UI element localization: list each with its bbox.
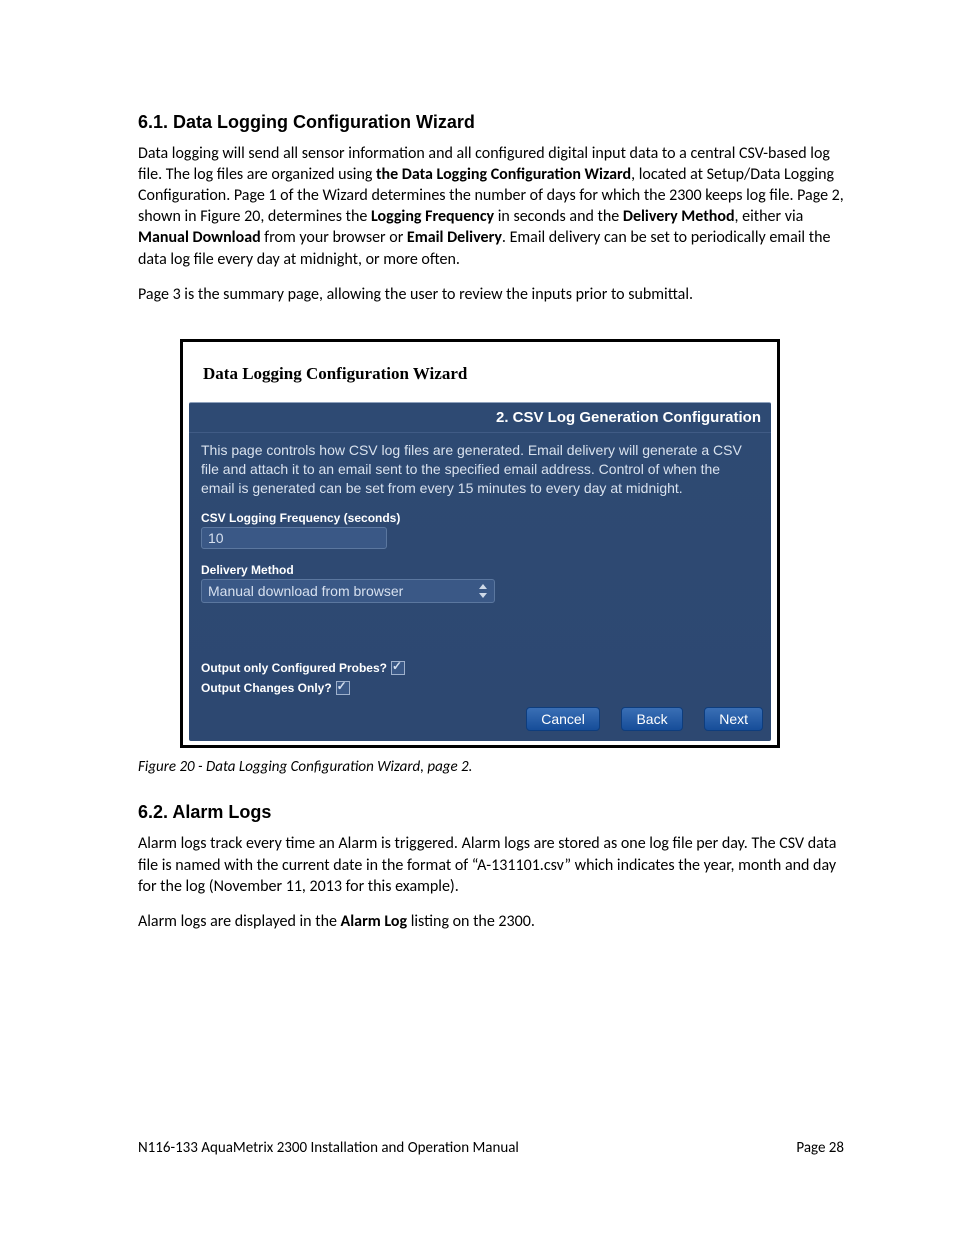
back-button[interactable]: Back <box>621 707 682 731</box>
heading-6-2: 6.2. Alarm Logs <box>138 802 844 823</box>
wizard-panel: 2. CSV Log Generation Configuration This… <box>189 402 771 742</box>
delivery-label: Delivery Method <box>201 563 771 577</box>
figure-20-caption: Figure 20 - Data Logging Configuration W… <box>138 758 844 776</box>
chevron-updown-icon <box>476 582 490 600</box>
check-changes-only[interactable] <box>336 681 350 695</box>
text: listing on the 2300. <box>407 912 535 931</box>
text-bold: the Data Logging Configuration Wizard <box>376 165 631 184</box>
paragraph-6-2-1: Alarm logs track every time an Alarm is … <box>138 833 844 896</box>
wizard-button-row: Cancel Back Next <box>189 701 771 735</box>
wizard-title: Data Logging Configuration Wizard <box>203 364 777 384</box>
freq-input[interactable]: 10 <box>201 527 387 549</box>
text: Alarm logs are displayed in the <box>138 912 341 931</box>
text: in seconds and the <box>494 207 623 226</box>
footer-left: N116-133 AquaMetrix 2300 Installation an… <box>138 1139 519 1157</box>
text-bold: Alarm Log <box>341 912 408 931</box>
text-bold: Logging Frequency <box>371 207 494 226</box>
paragraph-6-2-2: Alarm logs are displayed in the Alarm Lo… <box>138 911 844 932</box>
text: from your browser or <box>261 228 407 247</box>
heading-6-1: 6.1. Data Logging Configuration Wizard <box>138 112 844 133</box>
figure-20-frame: Data Logging Configuration Wizard 2. CSV… <box>180 339 780 749</box>
check-configured-probes-label: Output only Configured Probes? <box>201 661 387 675</box>
paragraph-6-1-2: Page 3 is the summary page, allowing the… <box>138 284 844 305</box>
delivery-select[interactable]: Manual download from browser <box>201 579 495 603</box>
text: , either via <box>735 207 804 226</box>
check-configured-probes-row: Output only Configured Probes? <box>201 661 771 675</box>
text-bold: Manual Download <box>138 228 261 247</box>
paragraph-6-1-1: Data logging will send all sensor inform… <box>138 143 844 270</box>
footer-page-number: Page 28 <box>796 1139 844 1157</box>
text-bold: Email Delivery <box>407 228 502 247</box>
freq-label: CSV Logging Frequency (seconds) <box>201 511 771 525</box>
wizard-panel-header: 2. CSV Log Generation Configuration <box>189 403 771 433</box>
check-changes-only-label: Output Changes Only? <box>201 681 332 695</box>
text-bold: Delivery Method <box>623 207 735 226</box>
delivery-select-value: Manual download from browser <box>208 583 403 599</box>
page-footer: N116-133 AquaMetrix 2300 Installation an… <box>138 1139 844 1157</box>
wizard-description: This page controls how CSV log files are… <box>189 433 771 508</box>
cancel-button[interactable]: Cancel <box>526 707 600 731</box>
next-button[interactable]: Next <box>704 707 763 731</box>
check-configured-probes[interactable] <box>391 661 405 675</box>
check-changes-only-row: Output Changes Only? <box>201 681 771 695</box>
